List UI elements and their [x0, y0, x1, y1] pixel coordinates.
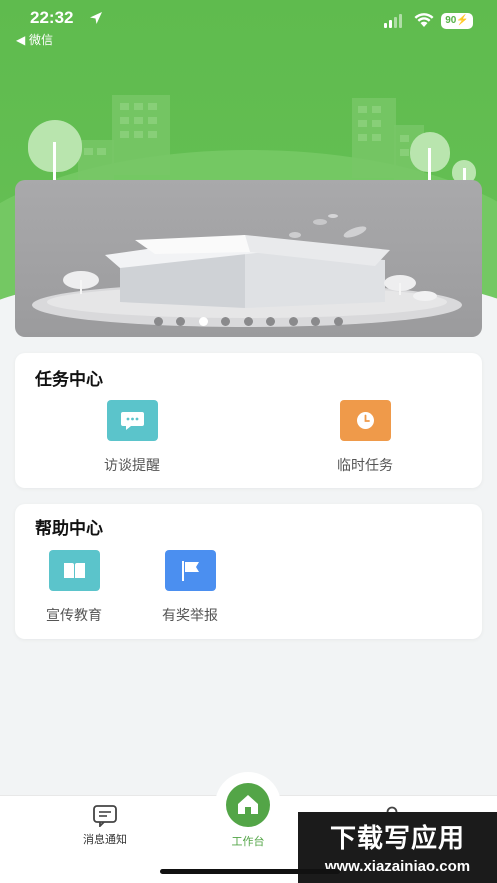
carousel-dot[interactable] [333, 317, 343, 326]
status-bar: 22:32 ◀ 微信 90⚡ [0, 0, 497, 48]
status-time: 22:32 [30, 8, 74, 27]
wifi-icon [414, 13, 434, 27]
tile-interview-reminder[interactable]: 访谈提醒 [72, 400, 192, 475]
carousel-dot[interactable] [311, 317, 320, 326]
tile-label: 宣传教育 [46, 608, 102, 624]
help-center-title: 帮助中心 [35, 519, 103, 539]
tab-label: 工作台 [231, 835, 265, 848]
tab-workbench[interactable]: 工作台 [213, 833, 283, 849]
tile-label: 有奖举报 [162, 608, 218, 624]
home-indicator[interactable] [160, 869, 340, 874]
location-arrow-icon [90, 12, 102, 24]
tile-label: 临时任务 [337, 458, 393, 474]
building-right [352, 98, 396, 178]
banner-illustration [32, 214, 462, 327]
back-to-wechat[interactable]: ◀ 微信 [16, 31, 53, 48]
carousel-dot[interactable] [176, 317, 185, 326]
task-center-title: 任务中心 [35, 370, 103, 390]
carousel-dot[interactable] [153, 317, 163, 326]
carousel-dots [0, 317, 497, 327]
carousel-dot[interactable] [198, 317, 208, 326]
signal-icon [384, 14, 402, 28]
building-left [112, 95, 170, 175]
battery-indicator: 90⚡ [441, 13, 473, 29]
battery-level: 90 [445, 15, 457, 26]
clock-icon [339, 400, 391, 441]
carousel-dot[interactable] [221, 317, 230, 326]
tab-label: 消息通知 [83, 833, 127, 846]
help-center-card: 帮助中心 宣传教育 有奖举报 [15, 504, 482, 639]
tree-left [28, 120, 82, 182]
tile-label: 访谈提醒 [104, 458, 160, 474]
home-icon [238, 795, 258, 814]
carousel-dot[interactable] [288, 317, 298, 326]
message-icon [93, 805, 117, 829]
banner-carousel[interactable] [15, 180, 482, 337]
tab-messages[interactable]: 消息通知 [70, 805, 140, 847]
tile-temporary-task[interactable]: 临时任务 [305, 400, 425, 475]
building-left-small [78, 140, 114, 180]
task-center-card: 任务中心 访谈提醒 临时任务 [15, 353, 482, 488]
chat-bubble-icon [106, 400, 158, 441]
watermark-title: 下载写应用 [329, 824, 465, 854]
tab-workbench-button[interactable] [226, 783, 270, 827]
tile-reward-report[interactable]: 有奖举报 [130, 550, 250, 625]
carousel-dot[interactable] [266, 317, 275, 326]
tile-publicity-education[interactable]: 宣传教育 [14, 550, 134, 625]
carousel-dot[interactable] [243, 317, 253, 326]
book-icon [48, 550, 100, 591]
tree-right [410, 132, 450, 182]
flag-icon [164, 550, 216, 591]
